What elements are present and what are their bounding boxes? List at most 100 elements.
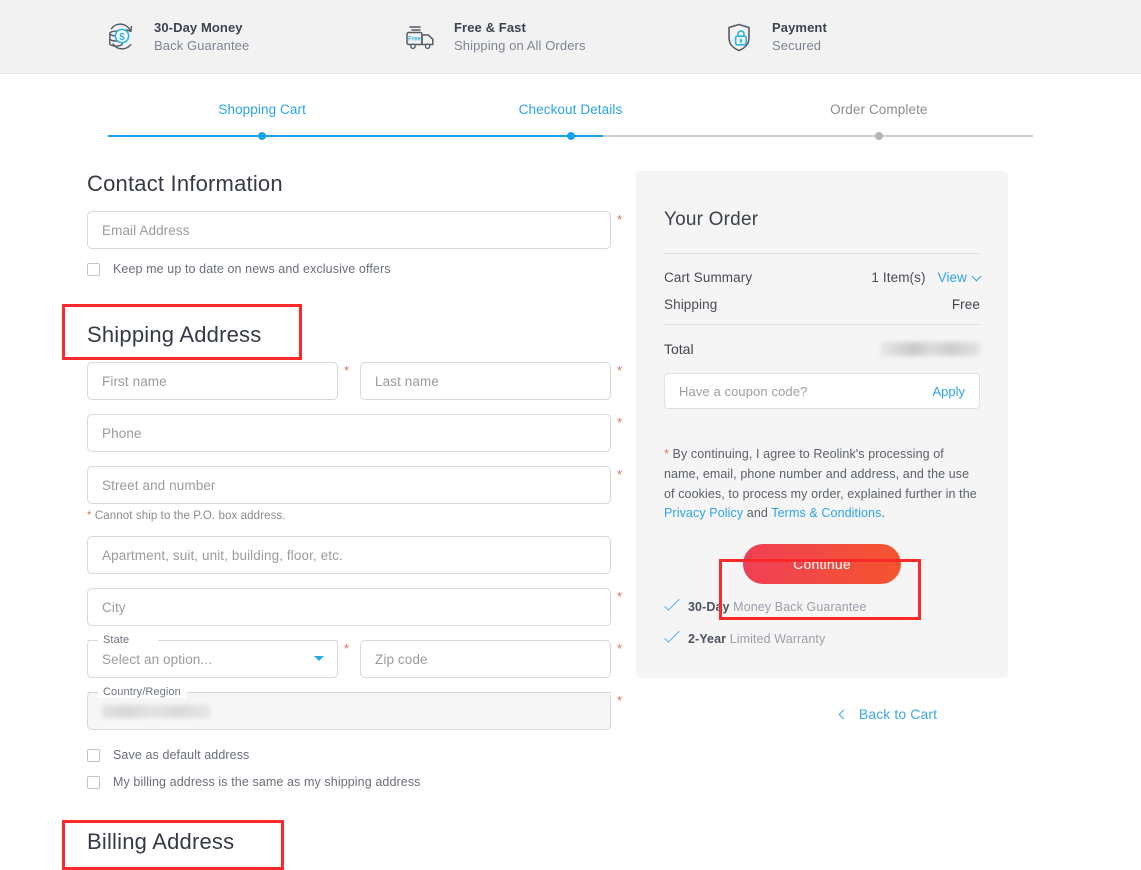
required-marker: *: [617, 364, 622, 377]
save-default-checkbox-row[interactable]: Save as default address: [87, 748, 636, 762]
email-placeholder: Email Address: [102, 223, 190, 238]
terms-text-2: and: [743, 506, 771, 520]
required-marker: *: [617, 416, 622, 429]
order-summary-column: Your Order Cart Summary 1 Item(s) View S…: [636, 171, 1141, 855]
view-cart-link[interactable]: View: [938, 270, 980, 285]
continue-button[interactable]: Continue: [743, 544, 901, 584]
same-billing-checkbox[interactable]: [87, 776, 100, 789]
phone-row: Phone *: [87, 414, 636, 452]
divider: [664, 253, 980, 254]
street-field[interactable]: Street and number *: [87, 466, 611, 504]
required-marker: *: [344, 364, 349, 377]
stepper-track: [108, 129, 1033, 143]
cart-summary-row: Cart Summary 1 Item(s) View: [664, 270, 980, 285]
required-marker: *: [617, 642, 622, 655]
zip-field[interactable]: Zip code *: [360, 640, 611, 678]
city-placeholder: City: [102, 600, 126, 615]
contact-information-heading: Contact Information: [87, 171, 636, 197]
newsletter-checkbox-row[interactable]: Keep me up to date on news and exclusive…: [87, 262, 636, 276]
required-marker: *: [344, 642, 349, 655]
trust-bar: $ 30-Day Money Back Guarantee Free: [0, 0, 1141, 74]
trust-item-line1: Free & Fast: [454, 19, 586, 37]
terms-text-1: By continuing, I agree to Reolink's proc…: [664, 447, 977, 501]
svg-text:Free: Free: [408, 36, 421, 42]
coupon-field[interactable]: Have a coupon code? Apply: [664, 373, 980, 409]
name-row: First name * Last name *: [87, 362, 636, 400]
state-select[interactable]: State Select an option... *: [87, 640, 338, 678]
chevron-down-icon: [972, 271, 982, 281]
chevron-down-icon[interactable]: [314, 656, 324, 661]
terms-conditions-link[interactable]: Terms & Conditions: [771, 506, 881, 520]
stepper-step-order-complete: Order Complete: [725, 102, 1033, 117]
shield-lock-icon: [718, 16, 760, 58]
save-default-checkbox[interactable]: [87, 749, 100, 762]
apartment-placeholder: Apartment, suit, unit, building, floor, …: [102, 548, 343, 563]
same-billing-label: My billing address is the same as my shi…: [113, 775, 421, 789]
shipping-label: Shipping: [664, 297, 952, 312]
stepper-step-checkout-details[interactable]: Checkout Details: [416, 102, 724, 117]
checkout-main: Contact Information Email Address * Keep…: [0, 143, 1141, 855]
perk-money-back-rest: Money Back Guarantee: [730, 600, 867, 614]
trust-item-text: 30-Day Money Back Guarantee: [154, 19, 249, 55]
po-box-hint: * Cannot ship to the P.O. box address.: [87, 510, 636, 522]
phone-field[interactable]: Phone *: [87, 414, 611, 452]
stepper-dot-order-complete: [875, 132, 883, 140]
stepper-track-fill: [108, 135, 603, 137]
newsletter-label: Keep me up to date on news and exclusive…: [113, 262, 391, 276]
trust-item-text: Free & Fast Shipping on All Orders: [454, 19, 586, 55]
stepper-step-shopping-cart[interactable]: Shopping Cart: [108, 102, 416, 117]
shipping-address-heading: Shipping Address: [87, 322, 636, 348]
apply-coupon-button[interactable]: Apply: [932, 384, 965, 399]
chevron-left-icon: [838, 709, 848, 719]
state-zip-row: State Select an option... * Zip code *: [87, 640, 636, 678]
required-marker: *: [617, 694, 622, 707]
stepper-labels: Shopping Cart Checkout Details Order Com…: [108, 102, 1033, 117]
back-to-cart-link[interactable]: Back to Cart: [636, 706, 1141, 722]
checkout-form-column: Contact Information Email Address * Keep…: [0, 171, 636, 855]
po-box-hint-text: Cannot ship to the P.O. box address.: [92, 510, 286, 522]
free-shipping-truck-icon: Free: [400, 16, 442, 58]
country-region-field: Country/Region *: [87, 692, 611, 730]
required-marker: *: [617, 590, 622, 603]
check-icon: [664, 595, 680, 611]
first-name-field[interactable]: First name *: [87, 362, 338, 400]
perk-money-back-bold: 30-Day: [688, 600, 730, 614]
perk-money-back-text: 30-Day Money Back Guarantee: [688, 598, 867, 616]
perk-warranty: 2-Year Limited Warranty: [664, 630, 980, 648]
privacy-policy-link[interactable]: Privacy Policy: [664, 506, 743, 520]
cart-summary-count: 1 Item(s): [871, 270, 925, 285]
check-icon: [664, 627, 680, 643]
shipping-value: Free: [952, 297, 980, 312]
shipping-row: Shipping Free: [664, 297, 980, 312]
trust-item-line2: Shipping on All Orders: [454, 37, 586, 55]
phone-placeholder: Phone: [102, 426, 142, 441]
stepper-dot-checkout-details: [567, 132, 575, 140]
country-region-value-redacted: [102, 705, 210, 718]
email-field[interactable]: Email Address *: [87, 211, 611, 249]
divider: [664, 324, 980, 325]
trust-item-line2: Secured: [772, 37, 827, 55]
newsletter-checkbox[interactable]: [87, 263, 100, 276]
save-default-label: Save as default address: [113, 748, 249, 762]
money-back-icon: $: [100, 16, 142, 58]
perk-warranty-rest: Limited Warranty: [726, 632, 825, 646]
stepper-dot-shopping-cart: [258, 132, 266, 140]
cart-summary-label: Cart Summary: [664, 270, 871, 285]
back-to-cart-label: Back to Cart: [859, 706, 937, 722]
terms-text-3: .: [881, 506, 885, 520]
same-billing-checkbox-row[interactable]: My billing address is the same as my shi…: [87, 775, 636, 789]
first-name-placeholder: First name: [102, 374, 167, 389]
checkout-page: $ 30-Day Money Back Guarantee Free: [0, 0, 1141, 855]
perk-warranty-text: 2-Year Limited Warranty: [688, 630, 825, 648]
apartment-field[interactable]: Apartment, suit, unit, building, floor, …: [87, 536, 611, 574]
trust-item-money-back: $ 30-Day Money Back Guarantee: [100, 16, 400, 58]
trust-item-line1: Payment: [772, 19, 827, 37]
last-name-field[interactable]: Last name *: [360, 362, 611, 400]
view-cart-label: View: [938, 270, 967, 285]
state-value: Select an option...: [102, 652, 212, 667]
city-field[interactable]: City *: [87, 588, 611, 626]
street-placeholder: Street and number: [102, 478, 216, 493]
order-summary-panel: Your Order Cart Summary 1 Item(s) View S…: [636, 171, 1008, 678]
trust-item-free-shipping: Free Free & Fast Shipping on All Orders: [400, 16, 718, 58]
email-row: Email Address *: [87, 211, 636, 249]
